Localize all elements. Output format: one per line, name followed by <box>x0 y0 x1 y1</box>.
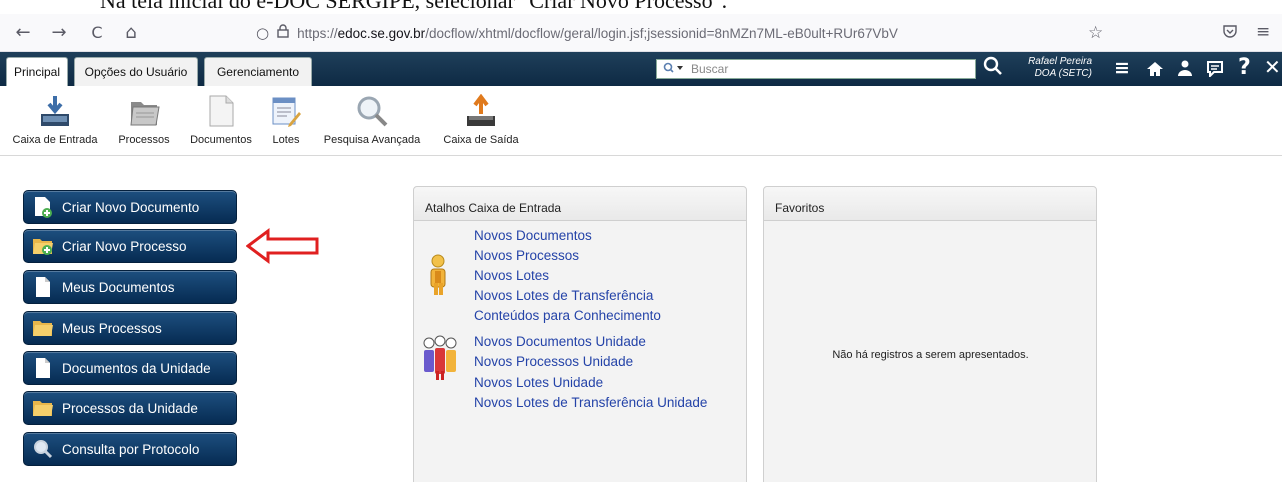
back-button[interactable]: ← <box>8 22 38 43</box>
toolbar-label: Pesquisa Avançada <box>323 134 421 146</box>
home-button[interactable]: ⌂ <box>116 22 146 43</box>
close-icon[interactable]: ✕ <box>1264 55 1281 79</box>
url-text: https://edoc.se.gov.br/docflow/xhtml/doc… <box>297 26 898 41</box>
search-placeholder: Buscar <box>691 62 729 76</box>
action-label: Meus Processos <box>62 320 162 336</box>
menu-icon[interactable]: ≡ <box>1114 57 1130 79</box>
search-scope-dropdown[interactable] <box>663 62 685 77</box>
link-novos-documentos-unidade[interactable]: Novos Documentos Unidade <box>474 334 646 349</box>
document-icon <box>24 276 62 298</box>
home-icon[interactable] <box>1146 60 1164 82</box>
link-novos-processos[interactable]: Novos Processos <box>474 248 579 263</box>
link-novos-lotes-unidade[interactable]: Novos Lotes Unidade <box>474 375 603 390</box>
toolbar-caixa-saida[interactable]: Caixa de Saída <box>437 93 525 146</box>
new-document-icon <box>24 196 62 218</box>
link-novos-documentos[interactable]: Novos Documentos <box>474 228 592 243</box>
documentos-da-unidade-button[interactable]: Documentos da Unidade <box>23 351 237 385</box>
annotation-arrow-icon <box>246 228 319 264</box>
search-input[interactable]: Buscar <box>656 59 976 79</box>
new-process-icon <box>24 236 62 256</box>
toolbar-caixa-entrada[interactable]: Caixa de Entrada <box>6 94 104 146</box>
folder-icon <box>24 319 62 337</box>
user-unit: DOA (SETC) <box>1034 68 1092 79</box>
list-edit-icon <box>266 94 306 128</box>
forward-button[interactable]: → <box>44 22 74 43</box>
action-label: Consulta por Protocolo <box>62 441 200 457</box>
atalhos-panel-title: Atalhos Caixa de Entrada <box>414 187 746 221</box>
meus-documentos-button[interactable]: Meus Documentos <box>23 270 237 304</box>
link-conteudos-conhecimento[interactable]: Conteúdos para Conhecimento <box>474 308 661 323</box>
tab-principal[interactable]: Principal <box>6 57 68 86</box>
action-label: Documentos da Unidade <box>62 360 211 376</box>
atalhos-panel: Atalhos Caixa de Entrada Novos Documento… <box>413 186 747 482</box>
help-icon[interactable]: ? <box>1238 55 1251 80</box>
tab-gerenciamento[interactable]: Gerenciamento <box>204 57 312 86</box>
group-users-icon <box>422 333 458 386</box>
inbox-icon <box>6 94 104 128</box>
browser-menu-icon[interactable]: ≡ <box>1256 22 1270 42</box>
toolbar-label: Lotes <box>272 134 300 146</box>
pocket-icon[interactable] <box>1222 23 1238 43</box>
link-novos-processos-unidade[interactable]: Novos Processos Unidade <box>474 354 633 369</box>
browser-toolbar: ← → C ⌂ ○ https://edoc.se.gov.br/docflow… <box>0 14 1282 52</box>
folder-stack-icon <box>112 94 176 128</box>
lock-icon <box>277 24 289 42</box>
link-novos-lotes[interactable]: Novos Lotes <box>474 268 549 283</box>
link-novos-lotes-transferencia[interactable]: Novos Lotes de Transferência <box>474 288 653 303</box>
url-domain: edoc.se.gov.br <box>337 25 426 41</box>
action-label: Processos da Unidade <box>62 400 198 416</box>
folder-icon <box>24 399 62 417</box>
app-header: Principal Opções do Usuário Gerenciament… <box>0 52 1282 86</box>
action-label: Criar Novo Processo <box>62 238 187 254</box>
favoritos-panel: Favoritos Não há registros a serem apres… <box>763 186 1097 482</box>
toolbar-pesquisa-avancada[interactable]: Pesquisa Avançada <box>316 94 428 146</box>
outbox-icon <box>437 93 525 128</box>
page: Na tela inicial do e-DOC SERGIPE, seleci… <box>0 0 1282 482</box>
meus-processos-button[interactable]: Meus Processos <box>23 311 237 345</box>
bookmark-star-icon[interactable]: ☆ <box>1088 23 1103 43</box>
toolbar-label: Caixa de Entrada <box>12 134 98 146</box>
document-icon <box>183 94 259 128</box>
shield-icon: ○ <box>256 24 270 42</box>
empty-message: Não há registros a serem apresentados. <box>832 349 1029 361</box>
url-prefix: https:// <box>297 25 338 41</box>
main-toolbar: Caixa de Entrada Processos Documentos Lo… <box>0 86 1282 156</box>
chat-icon[interactable] <box>1206 60 1224 82</box>
toolbar-documentos[interactable]: Documentos <box>183 94 259 146</box>
link-novos-lotes-transferencia-unidade[interactable]: Novos Lotes de Transferência Unidade <box>474 395 707 410</box>
favoritos-panel-title: Favoritos <box>764 187 1096 221</box>
url-bar[interactable]: ○ https://edoc.se.gov.br/docflow/xhtml/d… <box>256 14 1116 52</box>
toolbar-label: Caixa de Saída <box>443 134 519 146</box>
toolbar-processos[interactable]: Processos <box>112 94 176 146</box>
tab-opcoes-usuario[interactable]: Opções do Usuário <box>74 57 198 86</box>
toolbar-lotes[interactable]: Lotes <box>266 94 306 146</box>
user-name: Rafael Pereira <box>1028 56 1092 67</box>
toolbar-label: Documentos <box>190 134 252 146</box>
criar-novo-documento-button[interactable]: Criar Novo Documento <box>23 190 237 224</box>
single-user-icon <box>426 253 450 302</box>
magnifier-icon <box>24 439 62 459</box>
user-icon[interactable] <box>1176 59 1194 82</box>
search-icon[interactable] <box>983 56 1005 80</box>
url-path: /docflow/xhtml/docflow/geral/login.jsf;j… <box>425 25 898 41</box>
reload-button[interactable]: C <box>82 23 112 42</box>
consulta-por-protocolo-button[interactable]: Consulta por Protocolo <box>23 432 237 466</box>
document-caption: Na tela inicial do e-DOC SERGIPE, seleci… <box>100 0 728 13</box>
toolbar-label: Processos <box>118 134 170 146</box>
processos-da-unidade-button[interactable]: Processos da Unidade <box>23 391 237 425</box>
criar-novo-processo-button[interactable]: Criar Novo Processo <box>23 229 237 263</box>
action-label: Meus Documentos <box>62 279 175 295</box>
magnifier-icon <box>316 94 428 128</box>
action-label: Criar Novo Documento <box>62 199 200 215</box>
user-info[interactable]: Rafael Pereira DOA (SETC) <box>1010 56 1092 80</box>
document-icon <box>24 357 62 379</box>
